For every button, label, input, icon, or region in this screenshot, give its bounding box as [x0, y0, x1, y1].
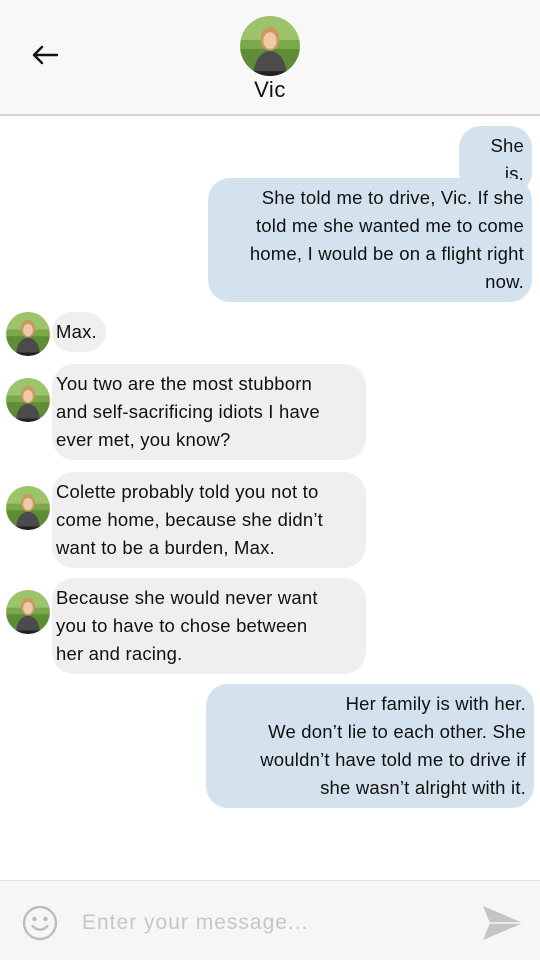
emoji-button[interactable]	[22, 905, 58, 941]
message-input[interactable]	[80, 905, 464, 941]
received-bubble[interactable]: Because she would never want you to have…	[52, 578, 366, 674]
contact-avatar-small[interactable]	[6, 312, 50, 356]
bubble-line: You two are the most stubborn	[56, 373, 313, 394]
bubble-line: want to be a burden, Max.	[56, 537, 275, 558]
contact-avatar-photo	[6, 378, 50, 422]
sent-bubble[interactable]: She told me to drive, Vic. If she told m…	[208, 178, 532, 302]
back-arrow-icon	[32, 45, 58, 65]
message-row: Colette probably told you not to come ho…	[52, 472, 366, 568]
message-composer	[0, 880, 540, 960]
emoji-icon	[22, 905, 58, 941]
bubble-line: wouldn’t have told me to drive if	[260, 749, 526, 770]
received-bubble[interactable]: Colette probably told you not to come ho…	[52, 472, 366, 568]
contact-avatar-photo	[6, 590, 50, 634]
bubble-line: home, I would be on a flight right	[249, 243, 524, 264]
bubble-line: ever met, you know?	[56, 429, 231, 450]
contact-avatar-small[interactable]	[6, 378, 50, 422]
sent-bubble[interactable]: Her family is with her. We don’t lie to …	[206, 684, 534, 808]
contact-avatar-photo	[6, 486, 50, 530]
send-button[interactable]	[480, 903, 526, 943]
bubble-line: We don’t lie to each other. She	[268, 721, 526, 742]
bubble-line: she wasn’t alright with it.	[320, 777, 526, 798]
message-row: You two are the most stubborn and self-s…	[52, 364, 366, 460]
bubble-line: now.	[485, 271, 524, 292]
bubble-line: told me she wanted me to come	[255, 215, 524, 236]
bubble-line: Because she would never want	[56, 587, 318, 608]
message-row: Max.	[52, 312, 106, 352]
received-bubble[interactable]: You two are the most stubborn and self-s…	[52, 364, 366, 460]
bubble-line: come home, because she didn’t	[56, 509, 324, 530]
contact-avatar-photo	[240, 16, 300, 76]
contact-avatar[interactable]	[240, 16, 300, 76]
bubble-line: Colette probably told you not to	[56, 481, 319, 502]
message-row: Her family is with her. We don’t lie to …	[206, 684, 534, 808]
contact-avatar-photo	[6, 312, 50, 356]
chat-header: Vic	[0, 0, 540, 116]
bubble-line: her and racing.	[56, 643, 183, 664]
message-list[interactable]: She is. She told me to drive, Vic. If sh…	[0, 118, 540, 880]
message-row: She told me to drive, Vic. If she told m…	[208, 178, 532, 302]
back-button[interactable]	[28, 38, 62, 72]
bubble-line: She told me to drive, Vic. If she	[261, 187, 524, 208]
send-icon	[483, 906, 523, 940]
bubble-line: you to have to chose between	[56, 615, 308, 636]
contact-avatar-small[interactable]	[6, 590, 50, 634]
bubble-line: and self-sacrificing idiots I have	[56, 401, 320, 422]
contact-name: Vic	[254, 77, 286, 102]
bubble-line: Her family is with her.	[345, 693, 526, 714]
message-row: Because she would never want you to have…	[52, 578, 366, 674]
received-bubble[interactable]: Max.	[52, 312, 106, 352]
contact-avatar-small[interactable]	[6, 486, 50, 530]
